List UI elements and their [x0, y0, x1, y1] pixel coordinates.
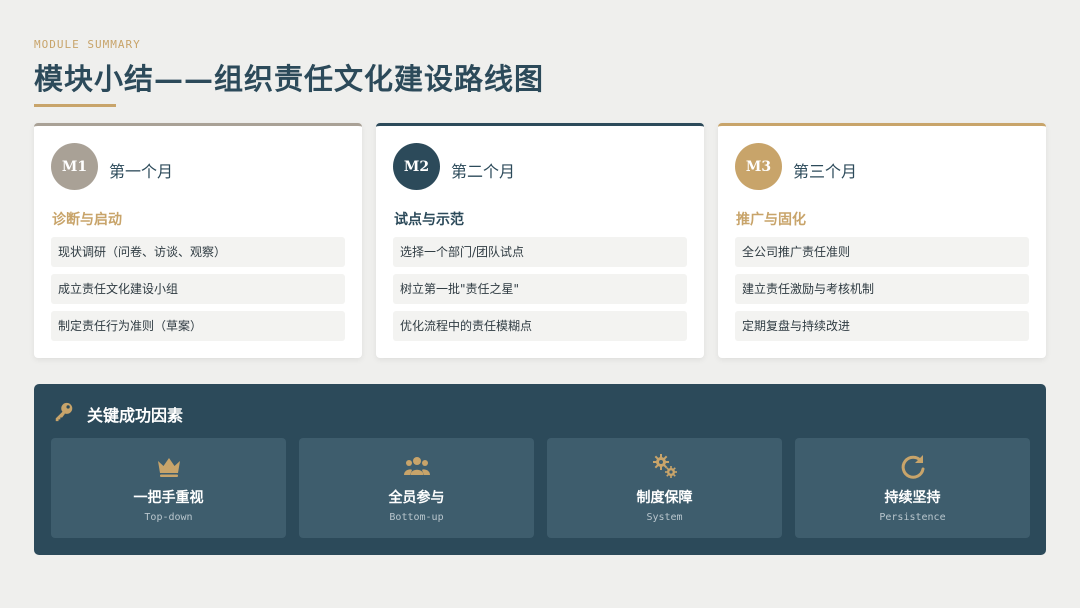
list-item: 优化流程中的责任模糊点: [393, 311, 687, 341]
factors-title: 关键成功因素: [87, 406, 184, 425]
month-cards: M1 第一个月 诊断与启动 现状调研（问卷、访谈、观察） 成立责任文化建设小组 …: [34, 123, 1046, 358]
month-card-1: M1 第一个月 诊断与启动 现状调研（问卷、访谈、观察） 成立责任文化建设小组 …: [34, 123, 362, 358]
redo-icon: [795, 452, 1030, 480]
phase-title-3: 推广与固化: [736, 212, 806, 228]
success-factors-panel: 关键成功因素 一把手重视 Top-down 全员参与 Bottom-up 制度保…: [34, 384, 1046, 555]
key-icon: [53, 401, 75, 427]
month-label-2: 第二个月: [451, 162, 516, 181]
title-underline: [34, 104, 116, 107]
factor-name: 全员参与: [388, 490, 445, 506]
phase-title-2: 试点与示范: [394, 212, 464, 228]
phase-title-1: 诊断与启动: [52, 212, 122, 228]
list-item: 现状调研（问卷、访谈、观察）: [51, 237, 345, 267]
month-card-3: M3 第三个月 推广与固化 全公司推广责任准则 建立责任激励与考核机制 定期复盘…: [718, 123, 1046, 358]
task-list-2: 选择一个部门/团队试点 树立第一批"责任之星" 优化流程中的责任模糊点: [393, 237, 687, 348]
list-item: 树立第一批"责任之星": [393, 274, 687, 304]
factor-subtitle: Bottom-up: [389, 512, 444, 523]
month-badge-1: M1: [51, 143, 98, 190]
factor-card-persistence: 持续坚持 Persistence: [795, 438, 1030, 538]
list-item: 全公司推广责任准则: [735, 237, 1029, 267]
page-title: 模块小结——组织责任文化建设路线图: [34, 62, 545, 96]
list-item: 选择一个部门/团队试点: [393, 237, 687, 267]
crown-icon: [51, 452, 286, 480]
factor-card-bottom-up: 全员参与 Bottom-up: [299, 438, 534, 538]
factor-card-system: 制度保障 System: [547, 438, 782, 538]
eyebrow-label: MODULE SUMMARY: [34, 38, 141, 51]
factor-card-top-down: 一把手重视 Top-down: [51, 438, 286, 538]
factor-name: 一把手重视: [133, 490, 204, 506]
list-item: 制定责任行为准则（草案）: [51, 311, 345, 341]
month-label-3: 第三个月: [793, 162, 858, 181]
factor-subtitle: Persistence: [879, 512, 946, 523]
month-label-1: 第一个月: [109, 162, 174, 181]
month-badge-2: M2: [393, 143, 440, 190]
list-item: 成立责任文化建设小组: [51, 274, 345, 304]
list-item: 定期复盘与持续改进: [735, 311, 1029, 341]
month-badge-3: M3: [735, 143, 782, 190]
factors-header: 关键成功因素: [53, 401, 184, 427]
factor-subtitle: System: [646, 512, 683, 523]
users-icon: [299, 452, 534, 480]
task-list-3: 全公司推广责任准则 建立责任激励与考核机制 定期复盘与持续改进: [735, 237, 1029, 348]
factor-subtitle: Top-down: [144, 512, 193, 523]
gears-icon: [547, 452, 782, 480]
task-list-1: 现状调研（问卷、访谈、观察） 成立责任文化建设小组 制定责任行为准则（草案）: [51, 237, 345, 348]
list-item: 建立责任激励与考核机制: [735, 274, 1029, 304]
month-card-2: M2 第二个月 试点与示范 选择一个部门/团队试点 树立第一批"责任之星" 优化…: [376, 123, 704, 358]
factor-name: 制度保障: [636, 490, 693, 506]
factor-name: 持续坚持: [884, 490, 941, 506]
